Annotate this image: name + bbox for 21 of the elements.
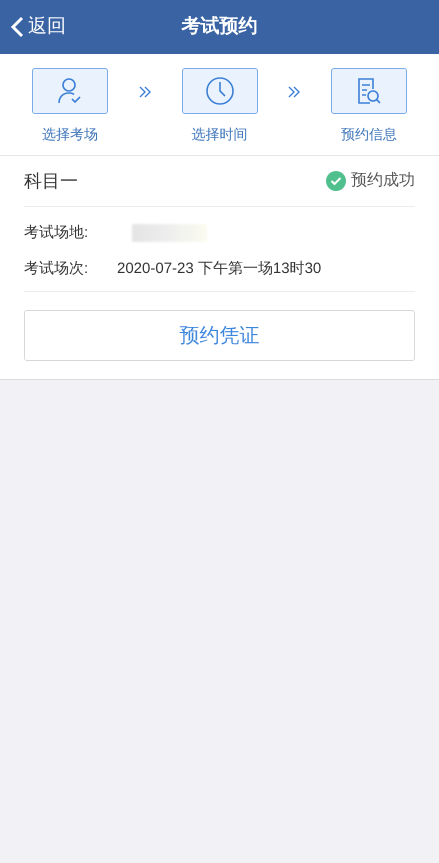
step-label: 选择考场 bbox=[42, 125, 98, 144]
success-check-icon bbox=[326, 171, 346, 191]
document-search-icon bbox=[356, 77, 382, 105]
detail-label: 考试场次: bbox=[24, 258, 90, 279]
step-icon-box[interactable] bbox=[32, 68, 108, 114]
back-chevron-icon bbox=[10, 16, 24, 38]
detail-value: 2020-07-23 下午第一场13时30 bbox=[117, 258, 322, 279]
voucher-button[interactable]: 预约凭证 bbox=[24, 310, 415, 361]
double-chevron-icon bbox=[287, 85, 302, 99]
step-icon-box[interactable] bbox=[331, 68, 407, 114]
double-chevron-icon bbox=[138, 85, 152, 99]
person-check-icon bbox=[57, 77, 83, 105]
clock-icon bbox=[204, 76, 234, 106]
subject-name: 科目一 bbox=[24, 170, 78, 192]
step-label: 预约信息 bbox=[341, 125, 397, 144]
status-text: 预约成功 bbox=[351, 170, 415, 191]
page-title: 考试预约 bbox=[182, 14, 258, 39]
step-icon-box[interactable] bbox=[182, 68, 258, 114]
step-label: 选择时间 bbox=[192, 125, 248, 144]
detail-label: 考试场地: bbox=[24, 222, 90, 243]
back-button[interactable]: 返回 bbox=[0, 12, 66, 42]
